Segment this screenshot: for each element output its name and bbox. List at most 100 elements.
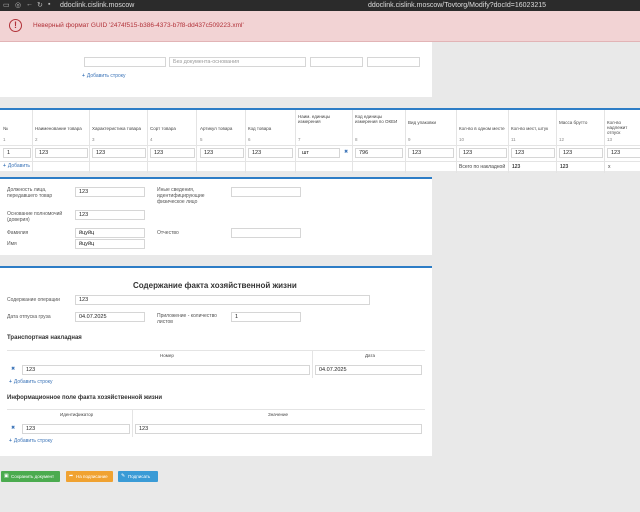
name-input[interactable]: йцуйц bbox=[75, 239, 145, 249]
goods-header: Кол-во в одном месте bbox=[459, 126, 505, 131]
goods-col-number: 11 bbox=[511, 137, 516, 142]
position-label: Должность лица, передавшего товар bbox=[7, 187, 53, 199]
waybill-title: Транспортная накладная bbox=[7, 335, 82, 341]
browser-toolbar: ▭ ◎ ← ↻ ▪ ddoclink.cislink.moscow ddocli… bbox=[0, 0, 640, 11]
other-info-label: Иные сведения, идентифицирующие физическ… bbox=[157, 187, 205, 205]
error-message: Неверный формат GUID '2474f515-b386-4373… bbox=[33, 22, 244, 29]
info-field-title: Информационное поле факта хозяйственной … bbox=[7, 395, 163, 401]
divider bbox=[352, 110, 353, 173]
goods-total-places: 123 bbox=[512, 164, 521, 170]
goods-add-link[interactable]: + Добавить bbox=[3, 163, 30, 169]
divider bbox=[32, 110, 33, 173]
patronymic-input[interactable] bbox=[231, 228, 301, 238]
back-arrow-icon[interactable]: ← bbox=[26, 1, 33, 8]
release-card: Должность лица, передавшего товар 123 Ос… bbox=[0, 177, 432, 255]
shield-icon[interactable]: ◎ bbox=[15, 1, 21, 9]
info-id-input[interactable]: 123 bbox=[22, 424, 130, 434]
goods-table-card: № Наименование товара Характеристика тов… bbox=[0, 108, 640, 173]
info-col-id: Идентификатор bbox=[60, 412, 94, 417]
goods-header: Кол-во надлежит отпуск bbox=[607, 120, 628, 135]
basis-add-row-link[interactable]: + Добавить строку bbox=[82, 73, 126, 79]
goods-places-input[interactable]: 123 bbox=[511, 148, 555, 158]
info-value-input[interactable]: 123 bbox=[135, 424, 422, 434]
surname-label: Фамилия bbox=[7, 230, 29, 236]
divider bbox=[456, 110, 457, 173]
goods-header: Наим. единицы измерения bbox=[298, 114, 331, 124]
goods-okei-input[interactable]: 796 bbox=[355, 148, 403, 158]
waybill-number-input[interactable]: 123 bbox=[22, 365, 310, 375]
lock-icon: ▪ bbox=[48, 1, 51, 8]
pen-icon: ✎ bbox=[121, 473, 126, 479]
save-document-button[interactable]: ▣ Сохранить документ bbox=[1, 471, 60, 482]
goods-code-input[interactable]: 123 bbox=[248, 148, 293, 158]
goods-gross-input[interactable]: 123 bbox=[559, 148, 603, 158]
goods-name-input[interactable]: 123 bbox=[35, 148, 88, 158]
window-icon[interactable]: ▭ bbox=[3, 1, 10, 9]
goods-col-number: 1 bbox=[3, 137, 6, 142]
clear-unit-icon[interactable]: ✖ bbox=[344, 149, 348, 155]
goods-qty-input[interactable]: 123 bbox=[607, 148, 640, 158]
divider bbox=[312, 350, 313, 378]
shipment-date-input[interactable]: 04.07.2025 bbox=[75, 312, 145, 322]
browser-url[interactable]: ddoclink.cislink.moscow/Tovtorg/Modify?d… bbox=[368, 2, 546, 9]
patronymic-label: Отчество bbox=[157, 230, 179, 236]
error-alert: ! Неверный формат GUID '2474f515-b386-43… bbox=[0, 11, 640, 42]
goods-header: Кол-во мест, штук bbox=[511, 126, 549, 131]
goods-header: Масса брутто bbox=[559, 120, 588, 125]
name-label: Имя bbox=[7, 241, 17, 247]
sign-label: Подписать bbox=[128, 474, 151, 479]
basis-card: Без документа-основания + Добавить строку bbox=[0, 42, 432, 97]
goods-col-number: 5 bbox=[200, 137, 203, 142]
attachments-label: Приложение - количество листов bbox=[157, 313, 217, 325]
surname-input[interactable]: йцуйц bbox=[75, 228, 145, 238]
basis-doc-field[interactable]: Без документа-основания bbox=[169, 57, 306, 67]
basis-add-row-label: Добавить строку bbox=[86, 73, 126, 79]
goods-col-number: 7 bbox=[298, 137, 301, 142]
operation-input[interactable]: 123 bbox=[75, 295, 370, 305]
goods-add-label: Добавить bbox=[7, 163, 31, 169]
divider bbox=[196, 110, 197, 173]
plus-icon: + bbox=[9, 438, 12, 444]
goods-col-number: 10 bbox=[459, 137, 465, 142]
sign-button[interactable]: ✎ Подписать bbox=[118, 471, 158, 482]
goods-grade-input[interactable]: 123 bbox=[150, 148, 195, 158]
attachments-input[interactable]: 1 bbox=[231, 312, 301, 322]
info-add-row-link[interactable]: + Добавить строку bbox=[9, 438, 53, 444]
waybill-add-row-label: Добавить строку bbox=[13, 379, 53, 385]
send-for-signing-button[interactable]: ➦ На подписание bbox=[66, 471, 113, 482]
other-info-input[interactable] bbox=[231, 187, 301, 197]
save-document-label: Сохранить документ bbox=[11, 474, 55, 479]
refresh-icon[interactable]: ↻ bbox=[37, 1, 43, 9]
waybill-date-input[interactable]: 04.07.2025 bbox=[315, 365, 422, 375]
waybill-add-row-link[interactable]: + Добавить строку bbox=[9, 379, 53, 385]
divider bbox=[508, 110, 509, 173]
goods-total-gross: 123 bbox=[560, 164, 569, 170]
goods-characteristic-input[interactable]: 123 bbox=[92, 148, 146, 158]
basis-extra-field[interactable] bbox=[367, 57, 420, 67]
position-input[interactable]: 123 bbox=[75, 187, 145, 197]
goods-package-input[interactable]: 123 bbox=[408, 148, 454, 158]
goods-col-number: 13 bbox=[607, 137, 613, 142]
goods-article-input[interactable]: 123 bbox=[200, 148, 244, 158]
goods-col-number: 12 bbox=[559, 137, 565, 142]
divider bbox=[89, 110, 90, 173]
plus-icon: + bbox=[3, 163, 6, 169]
shipment-date-label: Дата отпуска груза bbox=[7, 314, 51, 320]
remove-waybill-row-icon[interactable]: ✖ bbox=[11, 366, 15, 372]
goods-total-qty: x bbox=[608, 164, 611, 170]
send-for-signing-label: На подписание bbox=[76, 474, 108, 479]
basis-date-field[interactable] bbox=[310, 57, 363, 67]
goods-row-number[interactable]: 1 bbox=[3, 148, 31, 158]
goods-col-number: 2 bbox=[35, 137, 38, 142]
plus-icon: + bbox=[82, 73, 85, 79]
save-icon: ▣ bbox=[4, 473, 9, 479]
goods-header: Вид упаковки bbox=[408, 120, 436, 125]
divider bbox=[132, 409, 133, 437]
goods-col-number: 3 bbox=[92, 137, 95, 142]
remove-info-row-icon[interactable]: ✖ bbox=[11, 425, 15, 431]
goods-qty-per-place-input[interactable]: 123 bbox=[459, 148, 507, 158]
basis-number-field[interactable] bbox=[84, 57, 166, 67]
authority-input[interactable]: 123 bbox=[75, 210, 145, 220]
authority-label: Основание полномочий (доверия) bbox=[7, 211, 63, 223]
goods-unit-input[interactable]: шт bbox=[298, 148, 340, 158]
